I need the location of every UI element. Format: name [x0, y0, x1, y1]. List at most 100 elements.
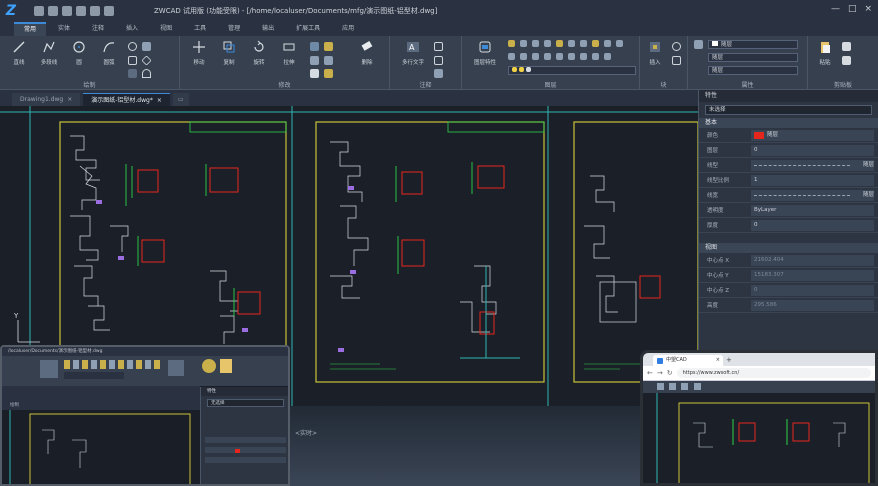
tab-view[interactable]: 视图 [150, 22, 182, 36]
layer-group-icon[interactable] [592, 53, 599, 60]
laptop-layer-icons[interactable] [64, 360, 160, 369]
layer-dropdown[interactable] [508, 66, 636, 75]
prop-row-color[interactable]: 颜色 随层 [699, 128, 878, 143]
new-file-icon[interactable] [34, 6, 44, 16]
region-icon[interactable] [128, 69, 137, 78]
selection-dropdown[interactable]: 未选择 [705, 105, 872, 115]
tab-insert[interactable]: 插入 [116, 22, 148, 36]
paste-button[interactable]: 粘贴 [814, 40, 836, 66]
layer-translate-icon[interactable] [568, 53, 575, 60]
layer-delete-icon[interactable] [604, 40, 611, 47]
browser-tool-icon[interactable] [681, 383, 689, 390]
close-button[interactable]: × [864, 4, 872, 14]
browser-tool-icon[interactable] [657, 383, 664, 390]
prop-row-lineweight[interactable]: 线宽 随层 [699, 188, 878, 203]
doc-tab-active[interactable]: 演示图纸-铝型材.dwg* × [83, 93, 170, 106]
edit-block-icon[interactable] [672, 56, 681, 65]
array-icon[interactable] [310, 69, 319, 78]
layer-walk-icon[interactable] [580, 40, 587, 47]
layer-state-icon[interactable] [616, 40, 623, 47]
redo-icon[interactable] [104, 6, 114, 16]
hatch-icon[interactable] [142, 42, 151, 51]
command-line-text[interactable]: <实时> [295, 428, 317, 437]
layer-copy-icon[interactable] [556, 53, 563, 60]
drawing-sheet-2[interactable] [315, 121, 545, 383]
create-block-icon[interactable] [672, 42, 681, 51]
browser-tool-icon[interactable] [669, 383, 677, 390]
layer-lock-icon[interactable] [532, 40, 539, 47]
new-tab-icon[interactable]: + [726, 355, 732, 366]
doc-tab-drawing1[interactable]: Drawing1.dwg × [12, 93, 81, 106]
prop-row-center-z[interactable]: 中心点 Z 0 [699, 283, 878, 298]
cut-icon[interactable] [842, 42, 851, 51]
color-dropdown[interactable]: 随层 [708, 40, 798, 49]
trim-icon[interactable] [310, 56, 319, 65]
laptop-insert-icon[interactable] [168, 360, 184, 376]
laptop-ribbon-icon[interactable] [40, 360, 58, 378]
layer-thaw-icon[interactable] [520, 53, 527, 60]
basic-section-header[interactable]: 基本 [699, 118, 878, 128]
forward-icon[interactable]: → [657, 369, 663, 377]
layer-settings-icon[interactable] [604, 53, 611, 60]
match-properties-icon[interactable] [694, 40, 703, 49]
rectangle-icon[interactable] [128, 56, 137, 65]
layer-unisolate-icon[interactable] [544, 53, 551, 60]
insert-block-button[interactable]: 插入 [644, 40, 666, 66]
undo-icon[interactable] [90, 6, 100, 16]
line-button[interactable]: 直线 [8, 40, 30, 66]
explode-icon[interactable] [324, 69, 333, 78]
polygon-icon[interactable] [141, 55, 152, 66]
stretch-button[interactable]: 拉伸 [278, 40, 300, 66]
save-icon[interactable] [62, 6, 72, 16]
laptop-prop-row[interactable] [205, 437, 286, 443]
circle-button[interactable]: 圆 [68, 40, 90, 66]
layer-previous-icon[interactable] [568, 40, 575, 47]
layer-freeze-icon[interactable] [520, 40, 527, 47]
close-icon[interactable]: × [67, 93, 72, 106]
prop-row-thickness[interactable]: 厚度 0 [699, 218, 878, 233]
laptop-props-selection[interactable]: 无选择 [207, 399, 284, 407]
back-icon[interactable]: ← [647, 369, 653, 377]
prop-row-center-x[interactable]: 中心点 X 21602.404 [699, 253, 878, 268]
laptop-paste-icon[interactable] [220, 359, 232, 373]
table-icon[interactable] [434, 69, 443, 78]
minimize-button[interactable]: — [831, 4, 840, 14]
reload-icon[interactable]: ↻ [667, 369, 673, 377]
open-file-icon[interactable] [48, 6, 58, 16]
ellipse-icon[interactable] [128, 42, 137, 51]
view-section-header[interactable]: 视图 [699, 243, 878, 253]
layer-properties-button[interactable]: 图层特性 [468, 40, 502, 66]
laptop-match-icon[interactable] [202, 359, 216, 373]
layer-filter-icon[interactable] [580, 53, 587, 60]
close-icon[interactable]: × [716, 355, 720, 366]
maximize-button[interactable]: □ [848, 4, 857, 14]
cloud-icon[interactable] [142, 69, 151, 78]
copy-button[interactable]: 复制 [218, 40, 240, 66]
address-bar[interactable]: https://www.zwsoft.cn/ [676, 368, 871, 378]
move-button[interactable]: 移动 [188, 40, 210, 66]
laptop-layer-combo[interactable] [64, 372, 124, 379]
print-icon[interactable] [76, 6, 86, 16]
tab-home[interactable]: 常用 [14, 22, 47, 36]
tab-apps[interactable]: 应用 [332, 22, 364, 36]
prop-row-transparency[interactable]: 透明度 ByLayer [699, 203, 878, 218]
lineweight-dropdown[interactable]: 随层 [708, 66, 798, 75]
prop-row-height[interactable]: 高度 295.586 [699, 298, 878, 313]
dimension-icon[interactable] [434, 42, 443, 51]
laptop-tab-strip[interactable]: 绘制 [2, 402, 202, 410]
tab-tools[interactable]: 工具 [184, 22, 216, 36]
prop-row-layer[interactable]: 图层 0 [699, 143, 878, 158]
erase-button[interactable]: 删除 [356, 40, 378, 66]
zwcad-logo-icon[interactable]: Z [0, 0, 22, 22]
layer-match-icon[interactable] [556, 40, 563, 47]
new-tab-button[interactable]: ▭ [172, 93, 189, 106]
prop-row-linetype[interactable]: 线型 随层 [699, 158, 878, 173]
layer-on-icon[interactable] [508, 40, 515, 47]
extend-icon[interactable] [324, 56, 333, 65]
prop-row-center-y[interactable]: 中心点 Y 15183.307 [699, 268, 878, 283]
layer-off-icon[interactable] [508, 53, 515, 60]
drawing-sheet-3[interactable] [573, 121, 698, 383]
tab-annotate[interactable]: 注释 [82, 22, 114, 36]
close-icon[interactable]: × [157, 94, 162, 107]
layer-unlock-icon[interactable] [532, 53, 539, 60]
